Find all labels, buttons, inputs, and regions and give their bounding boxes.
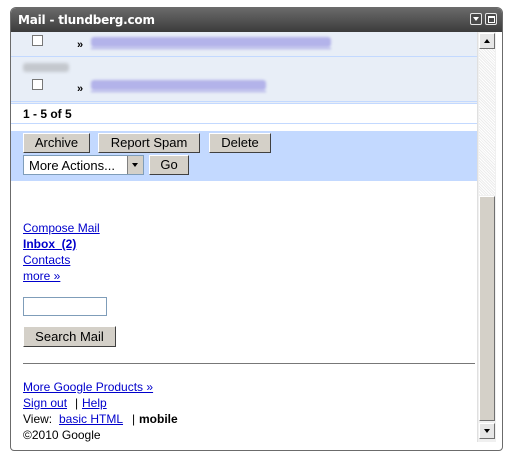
report-spam-button[interactable]: Report Spam <box>98 133 200 153</box>
chevron-down-icon[interactable] <box>127 156 143 174</box>
go-button[interactable]: Go <box>149 155 189 175</box>
inbox-link[interactable]: Inbox (2) <box>23 237 76 251</box>
maximize-icon[interactable] <box>485 13 497 25</box>
search-input[interactable] <box>23 297 107 316</box>
scroll-up-icon[interactable] <box>479 33 495 49</box>
more-actions-value: More Actions... <box>29 158 115 173</box>
message-arrow: » <box>77 83 84 95</box>
footer-separator: | <box>75 396 79 410</box>
more-google-products-link[interactable]: More Google Products » <box>23 380 153 394</box>
footer-divider <box>23 363 475 364</box>
gadget-window: Mail - tlundberg.com » » 1 - 5 of 5 Arch… <box>10 7 503 451</box>
vertical-scrollbar[interactable] <box>477 32 496 442</box>
paging-text: 1 - 5 of 5 <box>23 107 72 121</box>
message-subject-link[interactable] <box>91 37 331 49</box>
search-mail-button[interactable]: Search Mail <box>23 326 116 347</box>
scroll-thumb[interactable] <box>479 196 495 421</box>
delete-button[interactable]: Delete <box>209 133 271 153</box>
copyright-text: ©2010 Google <box>23 428 101 442</box>
archive-button[interactable]: Archive <box>23 133 90 153</box>
more-link[interactable]: more » <box>23 269 60 283</box>
scroll-down-icon[interactable] <box>479 423 495 439</box>
message-checkbox[interactable] <box>32 79 43 90</box>
paging-bar: 1 - 5 of 5 <box>11 103 477 124</box>
scroll-track[interactable] <box>479 49 495 195</box>
sign-out-link[interactable]: Sign out <box>23 396 67 410</box>
help-link[interactable]: Help <box>82 396 107 410</box>
basic-html-link[interactable]: basic HTML <box>59 412 123 426</box>
action-bar: Archive Report Spam Delete More Actions.… <box>11 131 477 181</box>
view-label: View: <box>23 412 53 426</box>
message-subject-link[interactable] <box>91 80 266 92</box>
mobile-view-current: mobile <box>139 412 178 426</box>
menu-dropdown-icon[interactable] <box>470 13 482 25</box>
window-title: Mail - tlundberg.com <box>18 13 155 27</box>
message-sender <box>23 63 69 72</box>
message-arrow: » <box>77 39 84 51</box>
mail-content: » » 1 - 5 of 5 Archive Report Spam Delet… <box>11 32 477 450</box>
more-actions-select[interactable]: More Actions... <box>23 155 144 175</box>
contacts-link[interactable]: Contacts <box>23 253 70 267</box>
message-checkbox[interactable] <box>32 35 43 46</box>
message-row[interactable]: » <box>11 32 477 57</box>
message-list: » » <box>11 32 477 106</box>
title-bar: Mail - tlundberg.com <box>11 8 502 32</box>
compose-mail-link[interactable]: Compose Mail <box>23 221 100 235</box>
message-row[interactable]: » <box>11 57 477 102</box>
view-separator: | <box>132 412 136 426</box>
